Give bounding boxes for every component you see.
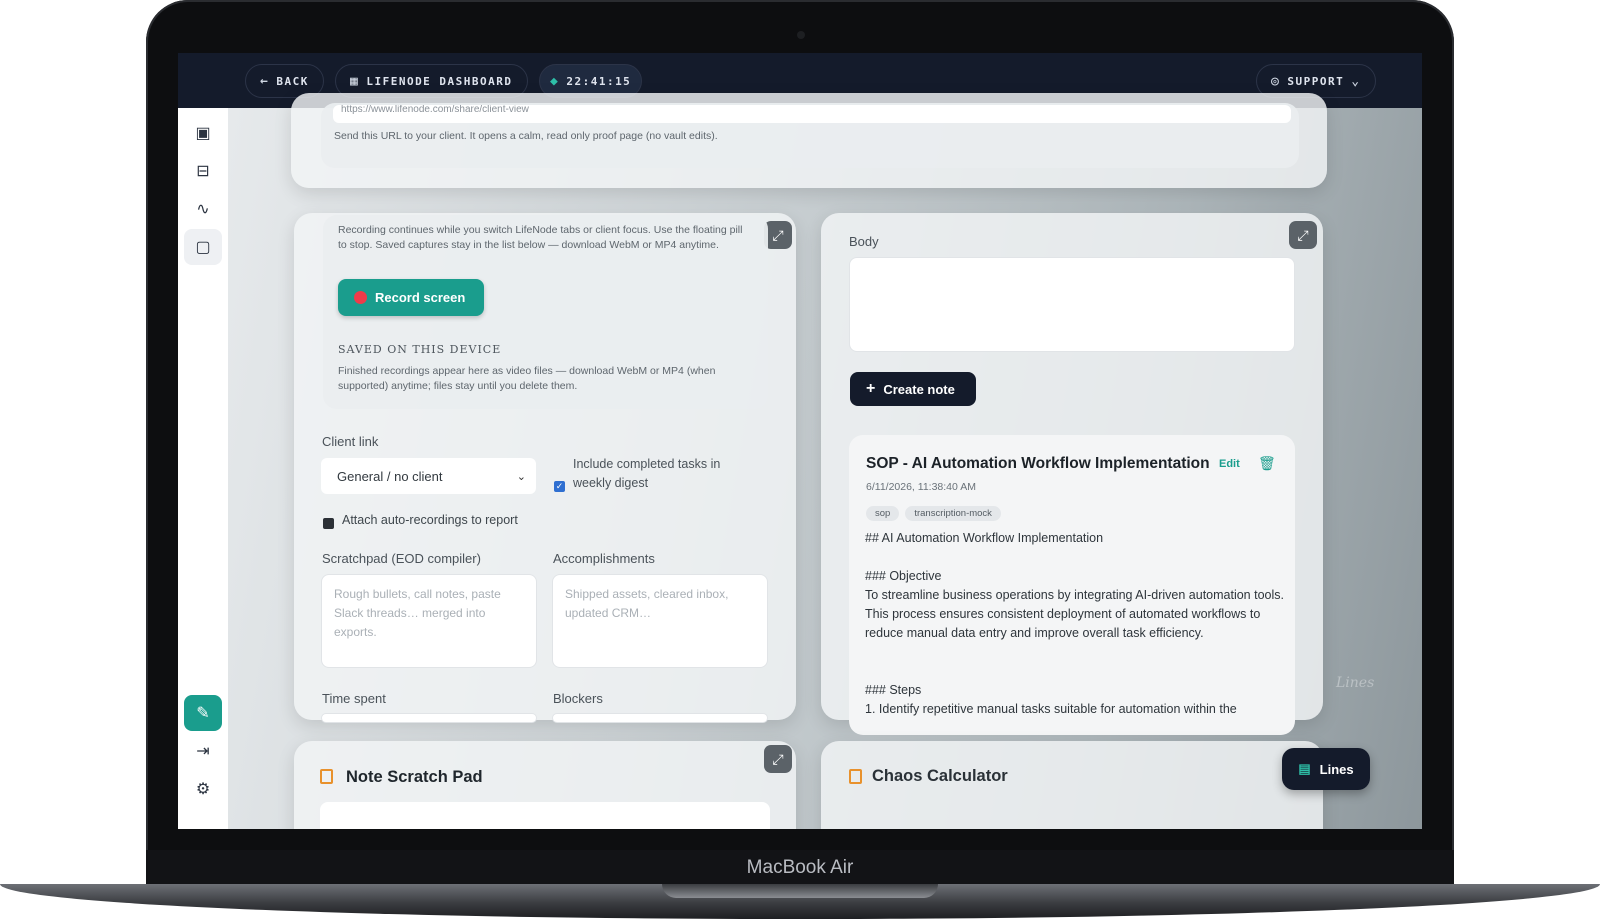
note-tags: sop transcription-mock [866, 503, 1007, 521]
note-heading-steps: ### Steps [865, 683, 922, 697]
timer-value: 22:41:15 [566, 74, 632, 88]
body-label: Body [849, 234, 879, 249]
saved-heading: SAVED ON THIS DEVICE [338, 343, 502, 356]
record-dot-icon [354, 291, 367, 304]
chaos-calculator-title: Chaos Calculator [872, 767, 1008, 785]
support-label: SUPPORT [1287, 74, 1345, 88]
blockers-field[interactable] [552, 713, 768, 723]
lines-icon: ▤ [1298, 761, 1311, 776]
expand-icon[interactable]: ⤢ [764, 221, 792, 249]
scratch-pad-title: Note Scratch Pad [346, 768, 483, 786]
include-tasks-checkbox[interactable]: ✓ [554, 481, 565, 492]
calculator-icon [849, 769, 862, 784]
include-tasks-label: Include completed tasks in weekly digest [573, 457, 721, 490]
logout-icon[interactable]: ⇥ [184, 733, 222, 769]
attach-recordings-checkbox[interactable] [323, 518, 334, 529]
note-body-textarea[interactable] [849, 257, 1295, 352]
note-heading-objective: ### Objective [865, 569, 942, 583]
dashboard-label: LIFENODE DASHBOARD [366, 74, 513, 88]
pen-icon[interactable]: ✎ [184, 695, 222, 731]
lifebuoy-icon: ◎ [1271, 73, 1281, 89]
share-inner: https://www.lifenode.com/share/client-vi… [321, 103, 1299, 168]
create-note-button[interactable]: + Create note [850, 372, 976, 406]
plus-icon: + [866, 380, 876, 397]
drop-icon: ◆ [550, 73, 560, 89]
calendar-icon[interactable]: ▣ [184, 115, 222, 151]
accomplishments-textarea[interactable]: Shipped assets, cleared inbox, updated C… [552, 574, 768, 668]
lines-button[interactable]: ▤ Lines [1282, 748, 1370, 790]
time-spent-label: Time spent [322, 691, 386, 706]
note-step-1: 1. Identify repetitive manual tasks suit… [865, 702, 1237, 716]
sidebar: ▣ ⊟ ∿ ▢ ✎ ⇥ ⚙ [178, 108, 228, 829]
dashboard-icon: ▦ [350, 73, 360, 89]
record-label: Record screen [375, 290, 466, 305]
recorder-description: Recording continues while you switch Lif… [338, 224, 743, 251]
blockers-label: Blockers [553, 691, 603, 706]
app-screen: ← BACK ▦ LIFENODE DASHBOARD ◆ 22:41:15 ◎… [178, 53, 1422, 829]
note-edit-link[interactable]: Edit [1219, 458, 1240, 470]
expand-icon[interactable]: ⤢ [764, 745, 792, 773]
time-spent-field[interactable] [321, 713, 537, 723]
client-share-card: https://www.lifenode.com/share/client-vi… [291, 93, 1327, 188]
arrow-left-icon: ← [260, 73, 270, 89]
note-tag: transcription-mock [905, 506, 1001, 521]
note-title: SOP - AI Automation Workflow Implementat… [866, 455, 1210, 472]
note-item[interactable]: SOP - AI Automation Workflow Implementat… [849, 435, 1295, 735]
note-objective-text: To streamline business operations by int… [865, 588, 1284, 640]
share-url-field[interactable]: https://www.lifenode.com/share/client-vi… [333, 105, 1291, 123]
scratch-pad-input[interactable] [320, 802, 770, 829]
lines-label: Lines [1319, 761, 1354, 777]
note-timestamp: 6/11/2026, 11:38:40 AM [866, 481, 976, 493]
expand-icon[interactable]: ⤢ [1289, 221, 1317, 249]
scratchpad-label: Scratchpad (EOD compiler) [322, 551, 481, 566]
settings-gear-icon[interactable]: ⚙ [184, 771, 222, 807]
note-scratch-pad-card: ⤢ Note Scratch Pad [294, 741, 796, 829]
chat-icon[interactable]: ▢ [184, 229, 222, 265]
scratchpad-textarea[interactable]: Rough bullets, call notes, paste Slack t… [321, 574, 537, 668]
client-link-label: Client link [322, 434, 379, 449]
camera [797, 31, 805, 39]
activity-icon[interactable]: ∿ [184, 191, 222, 227]
share-hint: Send this URL to your client. It opens a… [334, 130, 718, 142]
client-select-value: General / no client [337, 468, 443, 484]
trash-icon[interactable]: 🗑 [1258, 455, 1276, 472]
note-tag: sop [866, 506, 900, 521]
note-heading-2: ## AI Automation Workflow Implementation [865, 531, 1104, 545]
device-model-label: MacBook Air [746, 857, 854, 878]
client-select[interactable]: General / no client ⌄ [321, 458, 536, 494]
chaos-calculator-card: Chaos Calculator [821, 741, 1323, 829]
attach-recordings-label: Attach auto-recordings to report [342, 513, 518, 527]
create-note-label: Create note [883, 381, 955, 397]
laptop-notch [662, 884, 938, 898]
back-label: BACK [276, 74, 309, 88]
accomplishments-label: Accomplishments [553, 551, 655, 566]
chevron-down-icon: ⌄ [1351, 73, 1361, 89]
inbox-icon[interactable]: ⊟ [184, 153, 222, 189]
record-screen-button[interactable]: Record screen [338, 279, 484, 316]
note-icon [320, 769, 333, 784]
chevron-down-icon: ⌄ [516, 470, 526, 483]
saved-description: Finished recordings appear here as video… [338, 365, 716, 392]
watermark-text: Lines [1336, 675, 1375, 691]
